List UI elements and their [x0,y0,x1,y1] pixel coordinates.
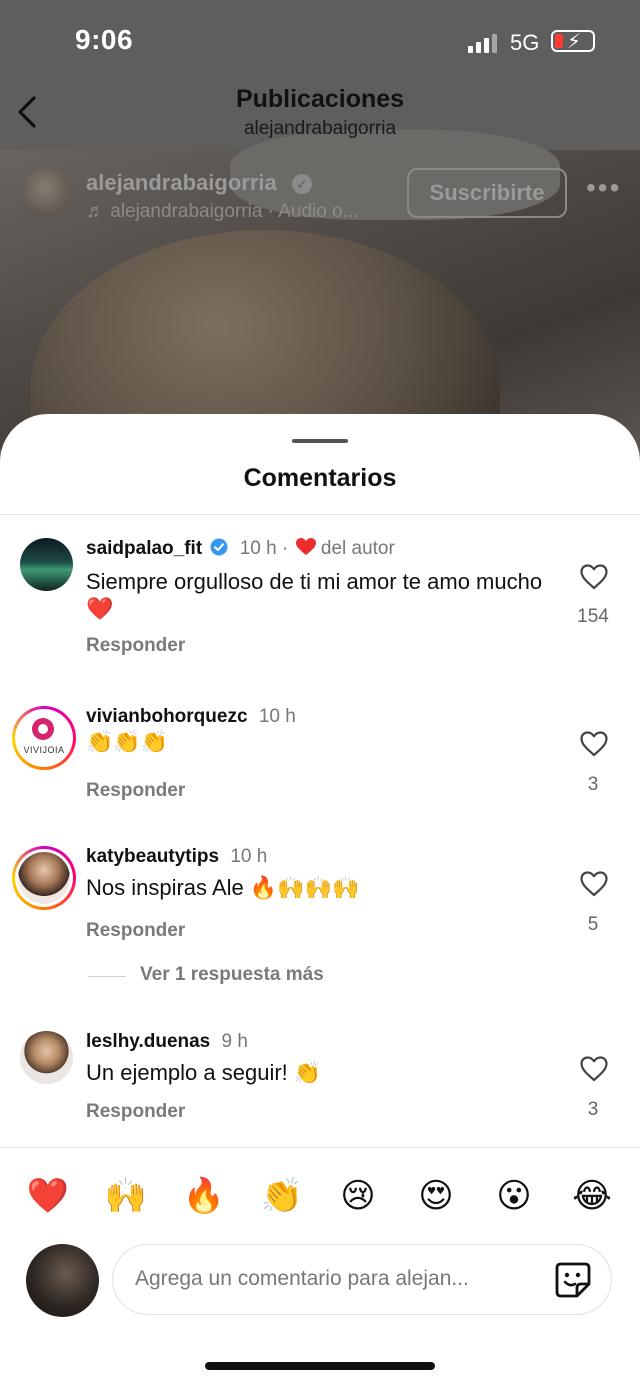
emoji-laughing[interactable]: 😂 [568,1172,616,1220]
page-title: Publicaciones [235,85,405,113]
comment-username[interactable]: saidpalao_fit [86,538,202,559]
sheet-title: Comentarios [243,464,397,492]
home-indicator[interactable] [205,1362,435,1370]
comment-item: VIVIJOIA vivianbohorquezc 10 h 👏👏👏 Respo… [0,706,640,806]
sheet-grabber[interactable] [292,439,348,443]
view-more-replies-label[interactable]: Ver 1 respuesta más [140,964,324,986]
more-options-icon[interactable]: ••• [586,172,621,204]
comment-meta: vivianbohorquezc 10 h [86,706,296,728]
comment-composer: Agrega un comentario para alejan... [0,1240,640,1320]
subscribe-button[interactable]: Suscribirte [407,168,567,218]
comment-text: Siempre orgulloso de ti mi amor te amo m… [86,569,543,621]
liked-by-author: del autor [320,538,395,559]
like-count: 3 [587,774,599,795]
emoji-surprised[interactable]: 😮 [490,1172,538,1220]
comment-meta: leslhy.duenas 9 h [86,1031,248,1053]
comment-text: Un ejemplo a seguir! 👏 [86,1060,322,1085]
emoji-fire[interactable]: 🔥 [180,1172,228,1220]
battery-icon: ⚡ [551,30,595,53]
comment-time: 9 h [221,1031,248,1052]
comment-meta: katybeautytips 10 h [86,846,267,868]
current-user-avatar [26,1244,99,1317]
verified-icon: ✓ [292,174,312,194]
comment-item: leslhy.duenas 9 h Un ejemplo a seguir! 👏… [0,1031,640,1131]
reply-button[interactable]: Responder [86,920,185,942]
top-nav: Publicaciones alejandrabaigorria [0,80,640,150]
like-heart-icon[interactable] [580,731,608,757]
author-heart-icon [295,538,316,555]
comment-meta: saidpalao_fit 10 h · del autor [86,538,395,560]
comment-username[interactable]: katybeautytips [86,846,219,867]
divider [0,1147,640,1148]
like-heart-icon[interactable] [580,871,608,897]
emoji-heart[interactable]: ❤️ [24,1172,72,1220]
post-audio[interactable]: ♬ alejandrabaigorria · Audio o... [86,201,359,223]
status-bar: 9:06 5G ⚡ [0,0,640,80]
avatar[interactable] [12,846,76,910]
reply-button[interactable]: Responder [86,1101,185,1123]
comment-time: 10 h [230,846,268,867]
comment-username[interactable]: leslhy.duenas [86,1031,210,1052]
comment-item: katybeautytips 10 h Nos inspiras Ale 🔥🙌🙌… [0,846,640,946]
post-author-name[interactable]: alejandrabaigorria [86,170,277,196]
quick-emoji-bar: ❤️ 🙌 🔥 👏 😢 😍 😮 😂 [0,1172,640,1222]
avatar[interactable] [20,538,73,591]
emoji-heart-eyes[interactable]: 😍 [412,1172,460,1220]
signal-icon [468,33,498,53]
avatar[interactable]: VIVIJOIA [12,706,76,770]
like-heart-icon[interactable] [580,1056,608,1082]
verified-icon [210,538,228,556]
page-subtitle: alejandrabaigorria [243,118,397,139]
like-count: 3 [587,1099,599,1120]
comment-time: 10 h [258,706,296,727]
comment-item: saidpalao_fit 10 h · del autor Siempre o… [0,538,640,668]
like-count: 154 [577,606,609,627]
comments-sheet: Comentarios saidpalao_fit 10 h · del aut… [0,414,640,1384]
like-count: 5 [587,914,599,935]
comment-text: 👏👏👏 [86,729,169,754]
like-heart-icon[interactable] [580,564,608,590]
network-type: 5G [510,30,540,55]
comment-input-placeholder: Agrega un comentario para alejan... [135,1267,469,1290]
avatar-brand-label: VIVIJOIA [23,745,65,755]
status-time: 9:06 [75,24,134,55]
comment-time: 10 h [239,538,277,559]
divider [0,514,640,515]
divider [88,976,126,977]
reply-button[interactable]: Responder [86,635,185,657]
post-author-avatar[interactable] [20,168,70,218]
comment-input[interactable]: Agrega un comentario para alejan... [112,1244,612,1315]
emoji-clapping[interactable]: 👏 [258,1172,306,1220]
sticker-icon[interactable] [553,1260,593,1300]
emoji-raised-hands[interactable]: 🙌 [102,1172,150,1220]
reply-button[interactable]: Responder [86,780,185,802]
separator-dot: · [281,538,289,559]
emoji-crying[interactable]: 😢 [334,1172,382,1220]
avatar[interactable] [20,1031,73,1084]
comment-username[interactable]: vivianbohorquezc [86,706,248,727]
comment-text: Nos inspiras Ale 🔥🙌🙌🙌 [86,875,360,900]
post-header: alejandrabaigorria ✓ ♬ alejandrabaigorri… [0,160,640,230]
